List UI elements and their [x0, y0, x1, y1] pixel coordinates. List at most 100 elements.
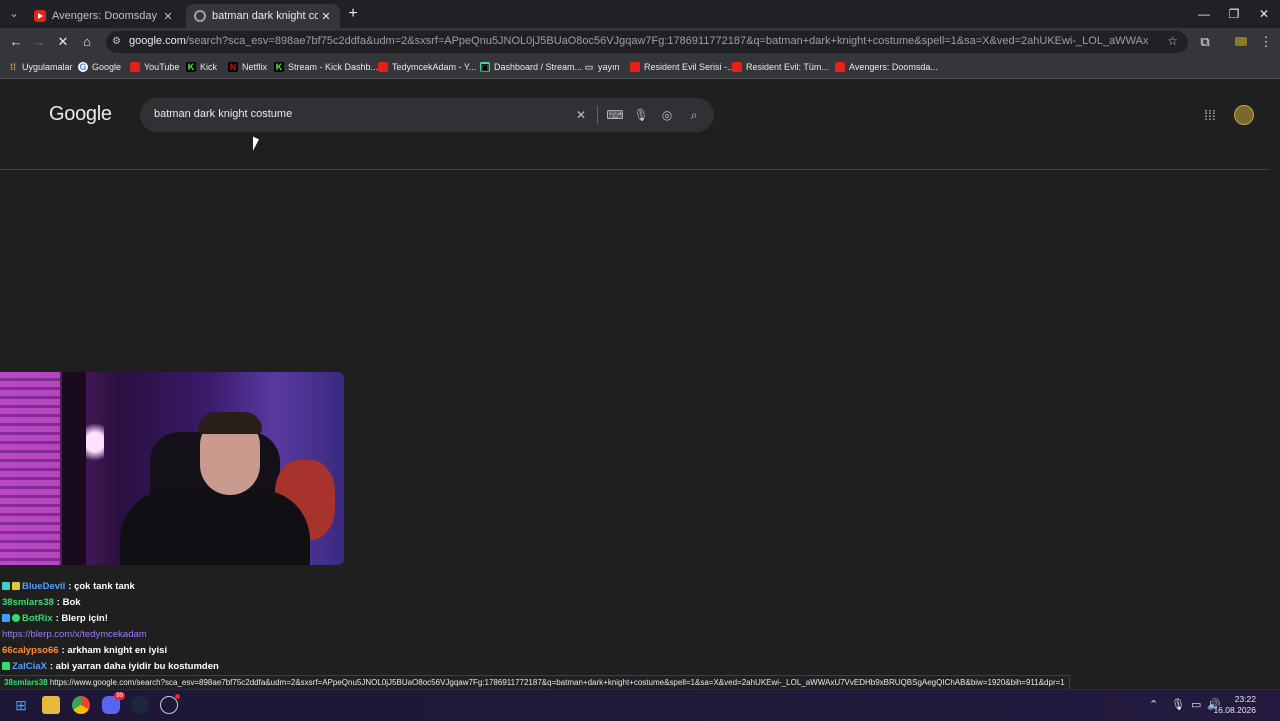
tab-search-chevron-icon[interactable]: ⌄	[6, 6, 22, 22]
chat-message: 38smlars38 : Bok	[2, 594, 422, 610]
google-apps-grid-icon[interactable]: ⁞⁞⁞	[1201, 106, 1219, 124]
bookmarks-bar: ⁞⁞ Uygulamalar G Google YouTube K Kick N Net…	[0, 56, 1280, 79]
tab-title: Avengers: Doomsday | Dublajlı	[52, 10, 160, 22]
apps-grid-icon: ⁞⁞	[10, 62, 16, 72]
chat-link[interactable]: https://blerp.com/x/tedymcekadam	[2, 629, 147, 640]
link-status-bubble: 38smlars38 https://www.google.com/search…	[0, 675, 1070, 690]
chat-message: ZalCiaX : abi yarran daha iyidir bu kost…	[2, 658, 422, 674]
new-tab-plus-icon[interactable]: +	[344, 5, 362, 23]
bookmark-dashboard-stream[interactable]: ▣ Dashboard / Stream...	[480, 60, 582, 74]
stream-chat-overlay: BlueDevil : çok tank tank 38smlars38 : B…	[2, 578, 422, 674]
header-divider	[0, 169, 1270, 170]
overlay-username: 38smlars38	[4, 678, 48, 687]
tab-strip: ⌄ Avengers: Doomsday | Dublajlı ✕ batman…	[0, 0, 1280, 28]
tab-batman-search[interactable]: batman dark knight costume - ✕	[186, 4, 340, 28]
search-icon[interactable]: ⌕	[685, 106, 703, 124]
bookmark-stream-kick-dashboard[interactable]: K Stream - Kick Dashb...	[274, 60, 378, 74]
kick-icon: K	[274, 62, 284, 72]
youtube-icon	[732, 62, 742, 72]
clear-x-icon[interactable]: ✕	[572, 106, 590, 124]
mouse-cursor-icon	[253, 136, 259, 154]
bookmark-google[interactable]: G Google	[78, 60, 121, 74]
verified-badge-icon	[12, 614, 20, 622]
clock-date: 16.08.2026	[1213, 705, 1256, 715]
bookmark-star-icon[interactable]: ☆	[1167, 34, 1178, 48]
recording-dot	[175, 694, 180, 699]
bookmark-uygulamalar[interactable]: ⁞⁞ Uygulamalar	[8, 60, 73, 74]
address-bar[interactable]: ⚙ google.com/search?sca_esv=898ae7bf75c2…	[106, 31, 1188, 53]
bookmark-netflix[interactable]: N Netflix	[228, 60, 267, 74]
subscriber-badge-icon	[12, 582, 20, 590]
chat-text: : Blerp için!	[55, 612, 108, 624]
chat-text: : Bok	[56, 596, 81, 608]
back-arrow-icon[interactable]: ←	[6, 32, 26, 52]
youtube-icon	[378, 62, 388, 72]
chat-username: 66calypso66	[2, 644, 59, 656]
window-close-icon[interactable]: ✕	[1248, 4, 1280, 24]
streamer-body	[120, 490, 310, 565]
close-icon[interactable]: ✕	[160, 10, 176, 23]
youtube-icon	[130, 62, 140, 72]
home-icon[interactable]: ⌂	[77, 32, 97, 52]
tray-chevron-icon[interactable]: ⌃	[1149, 698, 1158, 711]
chat-username: ZalCiaX	[12, 660, 47, 672]
chrome-icon[interactable]	[72, 696, 90, 714]
minimize-icon[interactable]: —	[1188, 4, 1220, 24]
extensions-puzzle-icon[interactable]: ⧉	[1195, 32, 1215, 52]
discord-icon[interactable]: 99	[102, 692, 125, 714]
background-doorway	[62, 372, 86, 565]
chat-username: BlueDevil	[22, 580, 66, 592]
bookmark-folder-yayin[interactable]: ▭ yayın	[584, 60, 620, 74]
lens-camera-icon[interactable]: ◎	[658, 106, 676, 124]
kebab-menu-icon[interactable]: ⋮	[1256, 32, 1276, 52]
bookmark-tedymcekadam[interactable]: TedymcekAdam - Y...	[378, 60, 476, 74]
forward-arrow-icon[interactable]: →	[29, 32, 49, 52]
streamer-hair	[198, 412, 262, 434]
close-icon[interactable]: ✕	[318, 10, 334, 23]
restore-icon[interactable]: ❐	[1218, 4, 1250, 24]
system-clock[interactable]: 23:22 16.08.2026	[1213, 694, 1256, 716]
google-logo[interactable]: Google	[49, 103, 112, 126]
kick-icon: K	[186, 62, 196, 72]
status-url-text: https://www.google.com/search?sca_esv=89…	[49, 678, 1065, 687]
bookmark-resident-evil-serisi[interactable]: Resident Evil Serisi -...	[630, 60, 735, 74]
chat-message: BlueDevil : çok tank tank	[2, 578, 422, 594]
microphone-icon[interactable]: 🎙	[632, 106, 650, 124]
chat-message: https://blerp.com/x/tedymcekadam	[2, 626, 422, 642]
steam-icon[interactable]	[131, 696, 149, 714]
chat-text: : arkham knight en iyisi	[61, 644, 168, 656]
bookmark-resident-evil-tum[interactable]: Resident Evil: Tüm...	[732, 60, 829, 74]
clock-time: 23:22	[1234, 694, 1256, 704]
google-icon	[194, 10, 206, 22]
search-box[interactable]: batman dark knight costume ✕ ⌨ 🎙 ◎ ⌕	[140, 98, 714, 132]
url-text: google.com/search?sca_esv=898ae7bf75c2dd…	[129, 35, 1149, 47]
stop-loading-icon[interactable]: ✕	[53, 32, 73, 52]
search-box-divider	[597, 106, 598, 124]
keyboard-icon[interactable]: ⌨	[606, 106, 624, 124]
chat-username: 38smlars38	[2, 596, 54, 608]
bookmark-avengers-doomsday[interactable]: Avengers: Doomsda...	[835, 60, 938, 74]
network-icon[interactable]: ▭	[1191, 698, 1201, 711]
youtube-icon	[835, 62, 845, 72]
discord-badge: 99	[114, 692, 125, 700]
chat-message: BotRix : Blerp için!	[2, 610, 422, 626]
chat-message: 66calypso66 : arkham knight en iyisi	[2, 642, 422, 658]
profile-icon[interactable]	[1231, 32, 1251, 52]
youtube-icon	[34, 10, 46, 22]
bookmark-youtube[interactable]: YouTube	[130, 60, 179, 74]
account-avatar[interactable]	[1234, 105, 1254, 125]
google-icon: G	[78, 62, 88, 72]
user-badge-icon	[2, 662, 10, 670]
obs-icon[interactable]	[160, 694, 180, 714]
chat-text: : abi yarran daha iyidir bu kostumden	[49, 660, 219, 672]
site-info-icon[interactable]: ⚙	[112, 36, 124, 48]
tab-avengers[interactable]: Avengers: Doomsday | Dublajlı ✕	[26, 4, 182, 28]
youtube-icon	[630, 62, 640, 72]
netflix-icon: N	[228, 62, 238, 72]
search-input[interactable]: batman dark knight costume	[154, 108, 292, 120]
windows-start-icon[interactable]: ⊞	[12, 696, 30, 714]
file-explorer-icon[interactable]	[42, 696, 60, 714]
microphone-tray-icon[interactable]: 🎙	[1171, 698, 1185, 711]
bookmark-kick[interactable]: K Kick	[186, 60, 217, 74]
windows-taskbar: ⊞ 99 ⌃ 🎙 ▭ 🔊 23:22 16.08.2026	[0, 689, 1280, 721]
